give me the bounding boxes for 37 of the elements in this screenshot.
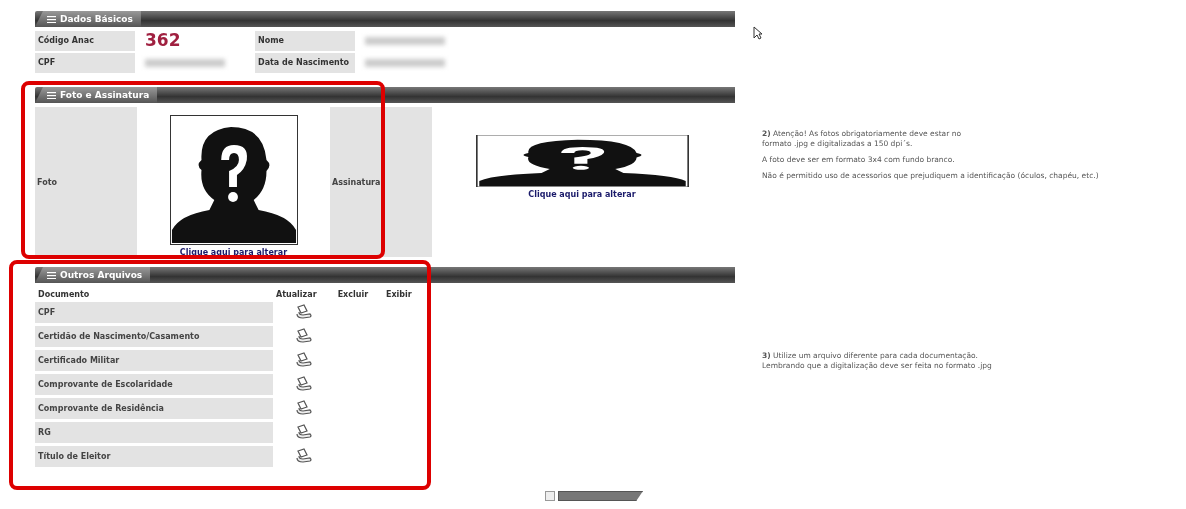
- column-header: Atualizar: [275, 290, 318, 299]
- list-icon: [47, 15, 56, 23]
- list-icon: [47, 91, 56, 99]
- field-label: Assinatura: [330, 107, 432, 257]
- scanner-icon[interactable]: [294, 423, 313, 440]
- scanner-icon[interactable]: [294, 351, 313, 368]
- section-title: Dados Básicos: [60, 14, 133, 24]
- field-label: Nome: [255, 31, 355, 51]
- document-name: Certidão de Nascimento/Casamento: [35, 326, 273, 347]
- field-label: Código Anac: [35, 31, 135, 51]
- document-name: Certificado Militar: [35, 350, 273, 371]
- placeholder-silhouette-icon[interactable]: [475, 135, 689, 187]
- column-header: Excluir: [336, 290, 370, 299]
- column-header: Exibir: [384, 290, 413, 299]
- change-photo-link[interactable]: Clique aqui para alterar: [179, 248, 288, 257]
- list-icon: [47, 271, 56, 279]
- field-value: 362: [144, 31, 182, 51]
- document-name: Título de Eleitor: [35, 446, 273, 467]
- section-title: Outros Arquivos: [60, 270, 143, 280]
- document-name: CPF: [35, 302, 273, 323]
- scanner-icon[interactable]: [294, 375, 313, 392]
- placeholder-silhouette-icon[interactable]: [169, 115, 298, 245]
- document-name: Comprovante de Residência: [35, 398, 273, 419]
- scanner-icon[interactable]: [294, 399, 313, 416]
- section-title: Foto e Assinatura: [60, 90, 150, 100]
- mouse-cursor-icon: [753, 26, 763, 40]
- field-label: Foto: [35, 107, 137, 257]
- document-name: RG: [35, 422, 273, 443]
- field-label: CPF: [35, 53, 135, 73]
- change-signature-link[interactable]: Clique aqui para alterar: [528, 190, 636, 199]
- scanner-icon[interactable]: [294, 303, 313, 320]
- submit-button[interactable]: [558, 491, 643, 501]
- document-name: Comprovante de Escolaridade: [35, 374, 273, 395]
- scanner-icon[interactable]: [294, 327, 313, 344]
- field-label: Data de Nascimento: [255, 53, 355, 73]
- column-header: Documento: [37, 290, 91, 299]
- scanner-icon[interactable]: [294, 447, 313, 464]
